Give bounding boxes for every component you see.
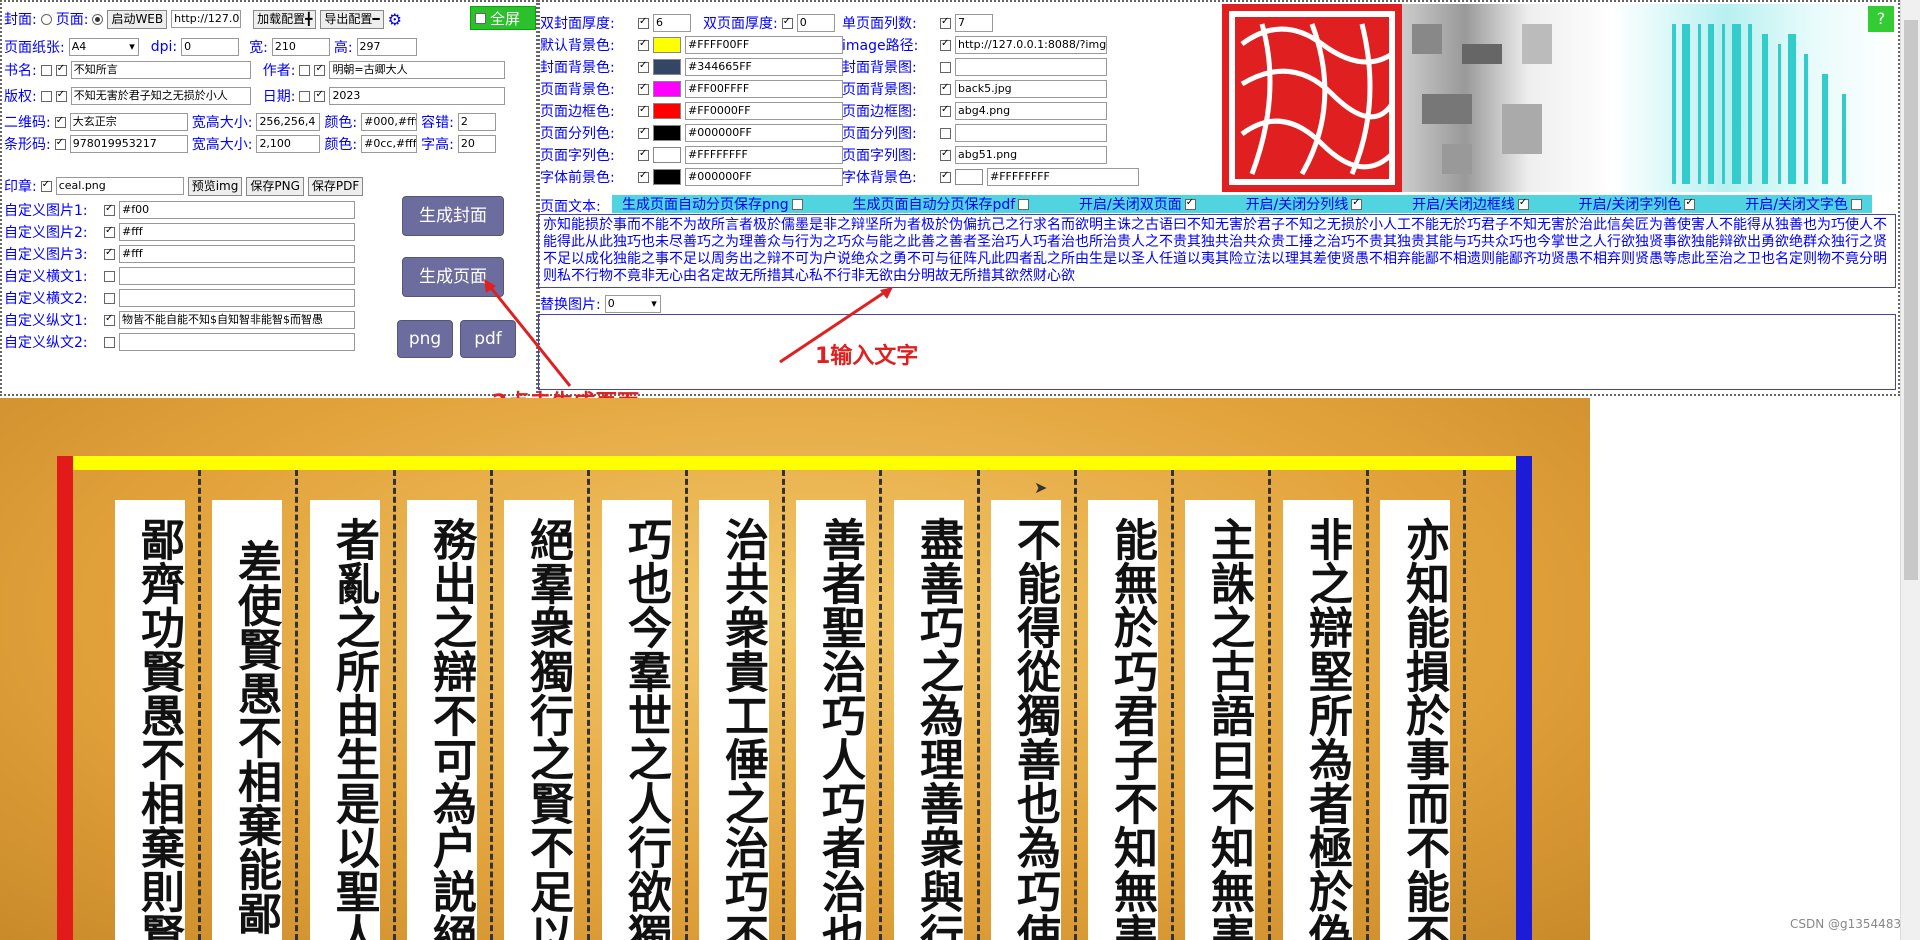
column-divider <box>977 470 980 940</box>
page-text-column: 善者聖治巧人巧者治也 <box>796 500 866 940</box>
column-divider <box>685 470 688 940</box>
annotation-arrows <box>484 279 893 387</box>
page-text-column: 絕羣衆獨行之賢不足以 <box>504 500 574 940</box>
column-divider <box>490 470 493 940</box>
page-text-column: 務出之辯不可為户説絕 <box>407 500 477 940</box>
page-text-column: 巧也今羣世之人行欲獨 <box>602 500 672 940</box>
page-text-column: 盡善巧之為理善衆與行 <box>894 500 964 940</box>
page-right-border <box>1516 456 1532 940</box>
page-text-column: 鄙齊功賢愚不相棄則賢 <box>115 500 185 940</box>
cursor-icon: ➤ <box>1034 478 1048 497</box>
column-divider <box>393 470 396 940</box>
page-text-column: 亦知能損於事而不能不 <box>1380 500 1450 940</box>
annotation-step1: 1输入文字 <box>815 344 919 369</box>
page-text-column: 差使賢愚不相棄能鄙 <box>212 500 282 940</box>
vertical-scrollbar[interactable] <box>1900 0 1920 940</box>
column-divider <box>782 470 785 940</box>
scrollbar-thumb[interactable] <box>1904 20 1918 580</box>
page-text-column: 能無於巧君子不知無害 <box>1088 500 1158 940</box>
column-divider <box>879 470 882 940</box>
page-left-border <box>57 456 73 940</box>
page-text-column: 不能得從獨善也為巧使 <box>991 500 1061 940</box>
column-divider <box>587 470 590 940</box>
column-divider <box>295 470 298 940</box>
page-text-column: 者亂之所由生是以聖人 <box>310 500 380 940</box>
page-text-column: 治共衆貴工倕之治巧不 <box>699 500 769 940</box>
column-divider <box>1074 470 1077 940</box>
column-divider <box>1366 470 1369 940</box>
generated-page-preview: 亦知能損於事而不能不 非之辯堅所為者極於偽 主誅之古語曰不知無害 能無於巧君子不知無害… <box>0 398 1590 940</box>
column-divider <box>198 470 201 940</box>
column-divider <box>1268 470 1271 940</box>
page-text-column: 主誅之古語曰不知無害 <box>1185 500 1255 940</box>
page-top-border <box>57 456 1531 470</box>
column-divider <box>1463 470 1466 940</box>
page-text-column: 非之辯堅所為者極於偽 <box>1283 500 1353 940</box>
column-divider <box>1171 470 1174 940</box>
watermark: CSDN @g1354483 <box>1790 917 1902 931</box>
